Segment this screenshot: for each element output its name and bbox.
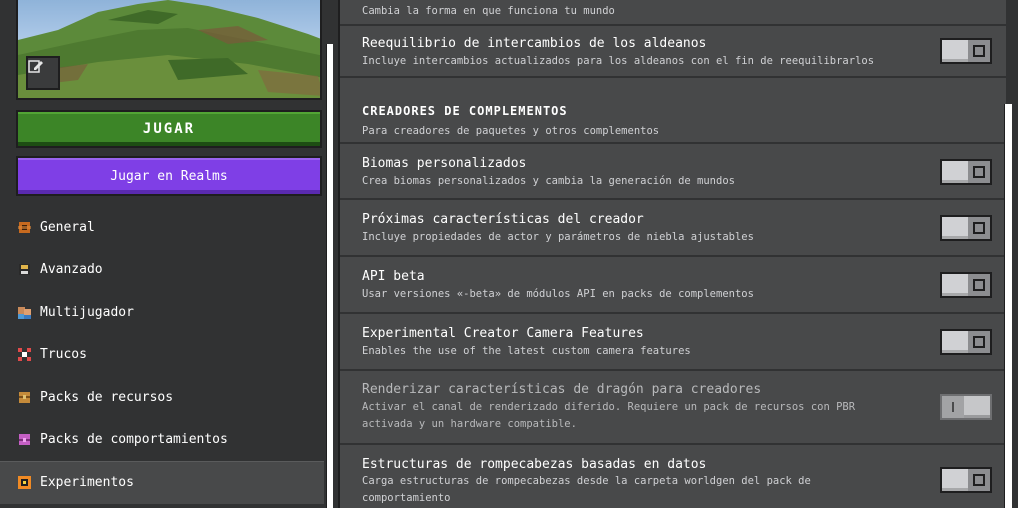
custom-biomes-toggle[interactable] [940, 159, 992, 185]
experiment-description: Crea biomas personalizados y cambia la g… [362, 175, 735, 187]
experiment-title: Renderizar características de dragón par… [362, 382, 762, 397]
experiment-description-line2: activada y un hardware compatible. [362, 418, 577, 430]
toggle-off-indicator [968, 469, 990, 491]
toggle-off-indicator [968, 161, 990, 183]
play-button[interactable]: JUGAR [16, 110, 322, 148]
sidebar-item-label: Multijugador [40, 304, 134, 320]
section-description: Para creadores de paquetes y otros compl… [362, 125, 660, 137]
floppy-icon [18, 263, 31, 276]
sidebar-item-behavior-packs[interactable]: Packs de comportamientos [0, 419, 324, 462]
sidebar-item-label: Packs de comportamientos [40, 432, 228, 448]
world-preview-image [18, 0, 320, 98]
toggle-knob [942, 217, 968, 239]
toggle-knob [942, 331, 968, 353]
sidebar-item-multiplayer[interactable]: Multijugador [0, 291, 324, 334]
toggle-on-indicator [942, 396, 964, 418]
toggle-off-indicator [968, 331, 990, 353]
experiment-description: Incluye intercambios actualizados para l… [362, 55, 875, 67]
section-title: CREADORES DE COMPLEMENTOS [362, 104, 568, 118]
experiment-title: Próximas características del creador [362, 212, 644, 227]
sidebar-item-label: Experimentos [40, 475, 134, 491]
toggle-off-indicator [968, 274, 990, 296]
section-addon-creators: CREADORES DE COMPLEMENTOS Para creadores… [340, 78, 1006, 144]
toggle-knob [942, 469, 968, 491]
villager-trades-toggle[interactable] [940, 38, 992, 64]
toggle-knob [942, 161, 968, 183]
experiment-row-beta-api[interactable]: API beta Usar versiones «-beta» de módul… [340, 257, 1006, 314]
experiment-description: Incluye propiedades de actor y parámetro… [362, 231, 754, 243]
cheats-icon [18, 348, 31, 362]
sidebar-item-resource-packs[interactable]: Packs de recursos [0, 376, 324, 419]
toggle-knob [942, 40, 968, 62]
sidebar-item-general[interactable]: General [0, 206, 324, 249]
jigsaw-structures-toggle[interactable] [940, 467, 992, 493]
sidebar-item-label: Packs de recursos [40, 389, 174, 405]
toggle-knob [964, 396, 990, 418]
upcoming-creator-features-toggle[interactable] [940, 215, 992, 241]
experiment-row-custom-biomes[interactable]: Biomas personalizados Crea biomas person… [340, 144, 1006, 200]
sidebar-item-advanced[interactable]: Avanzado [0, 249, 324, 292]
experiment-description: Enables the use of the latest custom cam… [362, 345, 691, 357]
toggle-knob [942, 274, 968, 296]
resource-pack-icon [18, 391, 31, 404]
behavior-pack-icon [18, 433, 31, 446]
dragon-render-toggle [940, 394, 992, 420]
experiment-row-jigsaw-structures[interactable]: Estructuras de rompecabezas basadas en d… [340, 445, 1006, 508]
world-thumbnail [16, 0, 322, 100]
sidebar-item-label: Avanzado [40, 262, 103, 278]
sidebar-scrollbar[interactable] [326, 44, 333, 508]
experiment-row-upcoming-creator-features[interactable]: Próximas características del creador Inc… [340, 200, 1006, 257]
top-description-row: Cambia la forma en que funciona tu mundo [340, 0, 1006, 26]
experiment-description-line2: comportamiento [362, 492, 451, 504]
experiment-description: Activar el canal de renderizado diferido… [362, 401, 856, 413]
creator-camera-toggle[interactable] [940, 329, 992, 355]
experiments-panel: Cambia la forma en que funciona tu mundo… [338, 0, 1006, 508]
settings-nav: General Avanzado Multijugador Trucos Pac… [0, 206, 324, 504]
experiment-row-creator-camera[interactable]: Experimental Creator Camera Features Ena… [340, 314, 1006, 371]
sidebar-item-label: General [40, 219, 95, 235]
experiment-row-dragon-render: Renderizar características de dragón par… [340, 371, 1006, 445]
sidebar-item-experiments[interactable]: Experimentos [0, 461, 324, 504]
top-description: Cambia la forma en que funciona tu mundo [362, 5, 615, 17]
beta-api-toggle[interactable] [940, 272, 992, 298]
players-icon [18, 306, 31, 319]
experiments-icon [18, 476, 31, 490]
experiment-title: Experimental Creator Camera Features [362, 326, 644, 341]
experiment-title: API beta [362, 269, 425, 284]
edit-icon [28, 60, 43, 73]
sidebar-item-cheats[interactable]: Trucos [0, 334, 324, 377]
sidebar: JUGAR Jugar en Realms General Avanzado M… [0, 0, 338, 508]
experiment-title: Biomas personalizados [362, 156, 527, 171]
sidebar-item-label: Trucos [40, 347, 87, 363]
experiment-title: Reequilibrio de intercambios de los alde… [362, 36, 707, 51]
experiment-description: Usar versiones «-beta» de módulos API en… [362, 288, 754, 300]
gear-icon [18, 221, 31, 234]
experiment-row-villager-trades[interactable]: Reequilibrio de intercambios de los alde… [340, 26, 1006, 78]
play-in-realms-button[interactable]: Jugar en Realms [16, 156, 322, 196]
main-scrollbar[interactable] [1004, 104, 1012, 508]
edit-world-button[interactable] [26, 56, 60, 90]
experiment-description: Carga estructuras de rompecabezas desde … [362, 475, 811, 487]
toggle-off-indicator [968, 217, 990, 239]
toggle-off-indicator [968, 40, 990, 62]
experiment-title: Estructuras de rompecabezas basadas en d… [362, 457, 707, 472]
